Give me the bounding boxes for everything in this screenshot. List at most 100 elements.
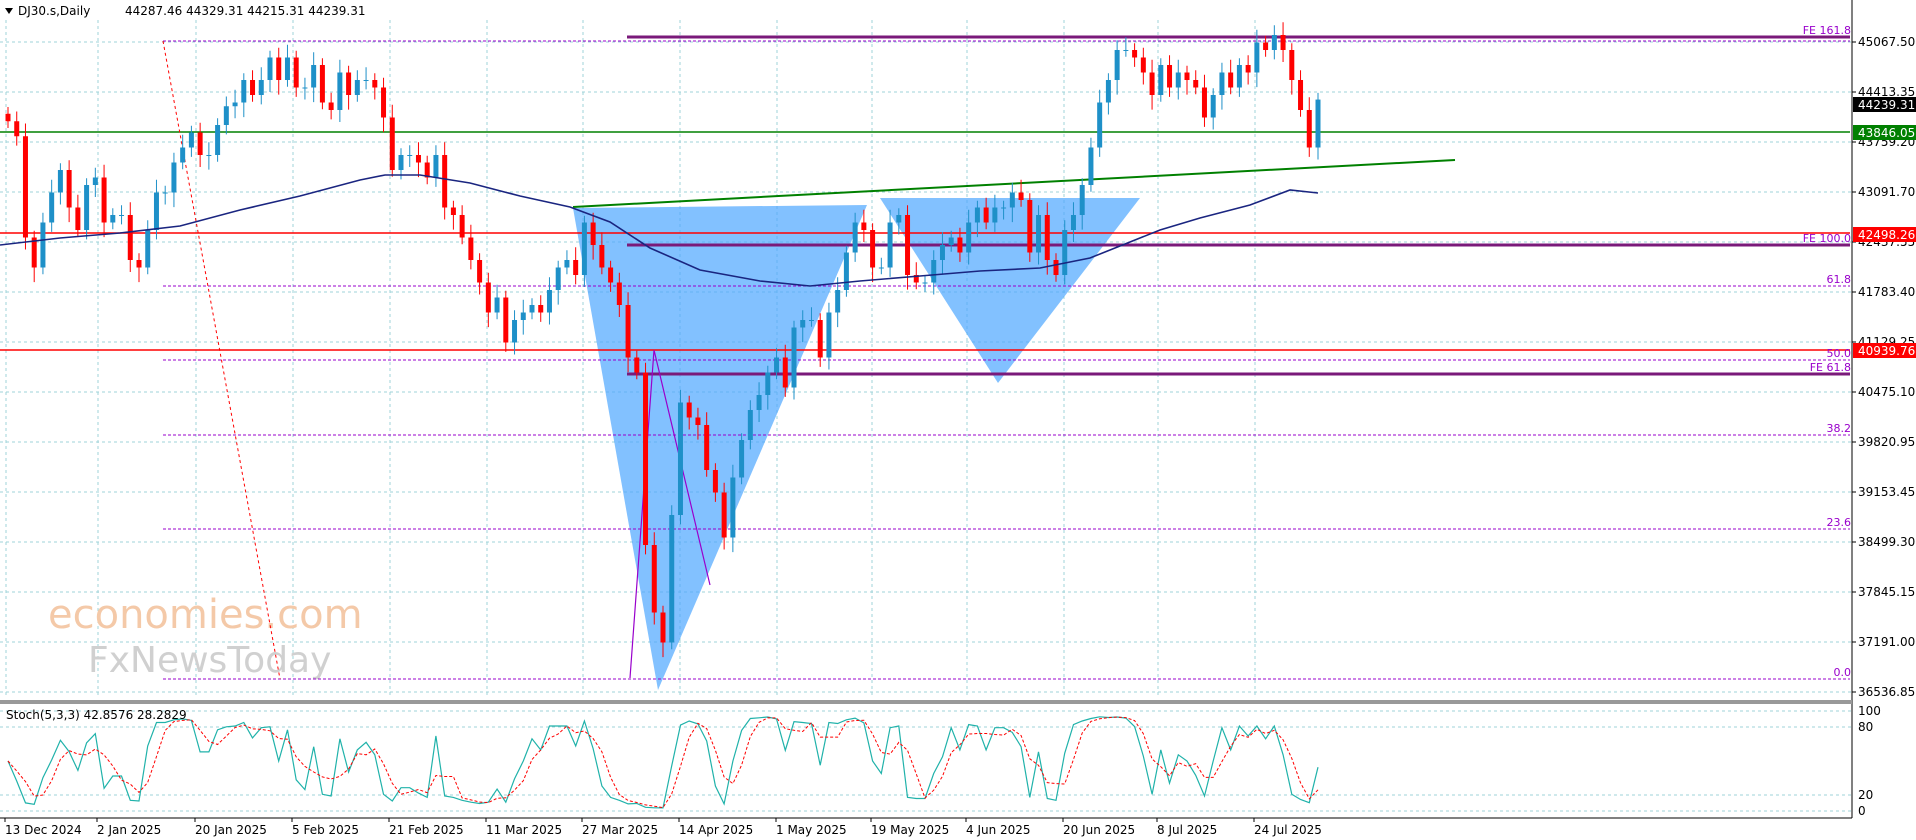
candle-body	[651, 545, 657, 613]
candle-body	[346, 72, 352, 95]
stoch-axis-20: 20	[1858, 788, 1873, 802]
candle-body	[983, 207, 989, 223]
candle-body	[870, 230, 876, 268]
candle-body	[1027, 200, 1033, 253]
candle-body	[887, 222, 893, 268]
price-label: 39820.95	[1858, 435, 1915, 449]
candle-body	[14, 121, 20, 137]
candle-body	[215, 125, 221, 155]
candle-body	[704, 425, 710, 470]
candle-body	[49, 192, 55, 223]
candle-body	[546, 290, 552, 313]
level-label-green: 43846.05	[1858, 126, 1915, 140]
candle-body	[1114, 50, 1120, 80]
candle-body	[843, 252, 849, 290]
time-label: 24 Jul 2025	[1254, 823, 1322, 837]
candle-body	[538, 305, 544, 313]
candle-body	[127, 215, 133, 260]
candle-body	[1140, 57, 1146, 73]
candle-body	[852, 222, 858, 253]
candle-body	[110, 215, 116, 223]
panel-separator[interactable]	[0, 700, 1852, 704]
candle-body	[1263, 42, 1269, 50]
candle-body	[686, 402, 692, 418]
symbol-header: DJ30.s,Daily	[18, 4, 90, 18]
level-label-red-upper: 42498.26	[1858, 228, 1915, 242]
fib-label-fe61: FE 61.8	[1810, 361, 1851, 374]
price-label: 41783.40	[1858, 285, 1915, 299]
candle-body	[494, 297, 500, 313]
candle-body	[1289, 50, 1295, 80]
candle-body	[1228, 72, 1234, 88]
candle-body	[267, 57, 273, 80]
candle-body	[721, 492, 727, 538]
candle-body	[634, 357, 640, 373]
ohlc-header: 44287.46 44329.31 44215.31 44239.31	[125, 4, 365, 18]
time-label: 1 May 2025	[776, 823, 847, 837]
candle-body	[232, 102, 238, 107]
candle-body	[1123, 50, 1129, 51]
time-label: 19 May 2025	[871, 823, 949, 837]
candle-body	[241, 80, 247, 103]
candle-body	[555, 267, 561, 290]
candle-body	[1298, 80, 1304, 110]
fib-label-61: 61.8	[1827, 273, 1852, 286]
candle-body	[878, 267, 884, 269]
candle-body	[1088, 147, 1094, 185]
candle-body	[145, 230, 151, 268]
fib-label-23: 23.6	[1827, 516, 1852, 529]
time-label: 20 Jun 2025	[1063, 823, 1135, 837]
candle-body	[774, 357, 780, 373]
fib-label-fe100: FE 100.0	[1803, 232, 1851, 245]
candle-body	[1062, 230, 1068, 275]
time-label: 2 Jan 2025	[97, 823, 161, 837]
candle-body	[1306, 110, 1312, 148]
candle-body	[896, 215, 902, 223]
candle-body	[337, 72, 343, 110]
candle-body	[450, 207, 456, 215]
candle-body	[485, 282, 491, 313]
price-label: 43091.70	[1858, 185, 1915, 199]
stoch-axis-0: 0	[1858, 804, 1866, 818]
candle-body	[223, 106, 229, 125]
candle-body	[284, 57, 290, 80]
candle-body	[1184, 72, 1190, 80]
stoch-axis-100: 100	[1858, 704, 1881, 718]
candle-body	[415, 155, 421, 163]
fib-label-fe161: FE 161.8	[1803, 24, 1851, 37]
candle-body	[1001, 207, 1007, 209]
candle-body	[905, 215, 911, 275]
price-label: 36536.85	[1858, 685, 1915, 699]
candle-body	[643, 372, 649, 545]
candle-body	[581, 222, 587, 275]
candle-body	[1097, 102, 1103, 148]
candle-body	[756, 395, 762, 410]
price-label: 37191.00	[1858, 635, 1915, 649]
candle-body	[817, 320, 823, 358]
candle-body	[1158, 65, 1164, 95]
fib-label-0: 0.0	[1834, 666, 1852, 679]
candle-body	[931, 260, 937, 283]
time-label: 8 Jul 2025	[1157, 823, 1217, 837]
fib-label-38: 38.2	[1827, 422, 1852, 435]
candle-body	[433, 155, 439, 178]
candle-body	[477, 260, 483, 283]
candle-body	[695, 417, 701, 425]
candle-body	[1167, 65, 1173, 88]
candle-body	[739, 440, 745, 478]
candle-body	[826, 312, 832, 358]
candle-body	[363, 80, 369, 81]
candle-body	[1105, 80, 1111, 103]
candle-body	[276, 57, 282, 80]
current-price-label: 44239.31	[1858, 98, 1915, 112]
candle-body	[608, 267, 614, 283]
candle-body	[1245, 65, 1251, 73]
candle-body	[590, 222, 596, 245]
time-label: 27 Mar 2025	[582, 823, 658, 837]
candle-body	[372, 80, 378, 88]
candle-body	[992, 207, 998, 223]
candle-body	[1053, 260, 1059, 275]
candle-body	[1236, 65, 1242, 88]
candle-body	[1018, 192, 1024, 200]
candle-body	[1079, 185, 1085, 215]
